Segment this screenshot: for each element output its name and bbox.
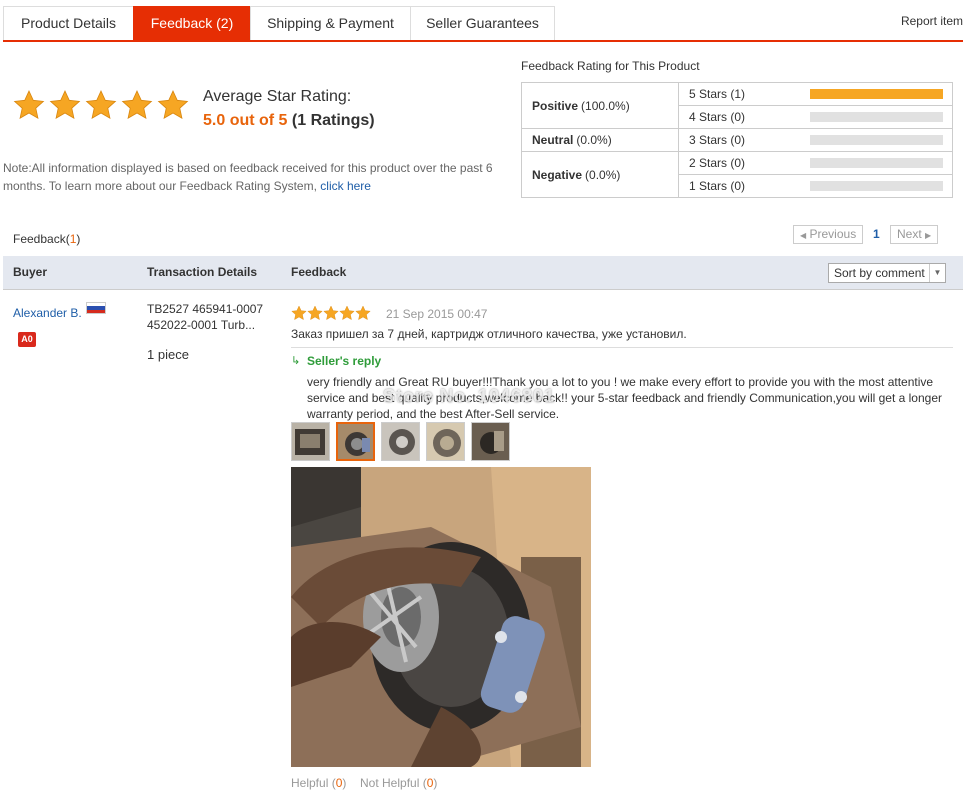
rating-neutral: Neutral (0.0%) (522, 129, 679, 151)
category-name: Neutral (532, 133, 574, 147)
star-row-bar (810, 135, 943, 145)
star-row-5: 5 Stars (1) (679, 83, 953, 106)
feedback-count: Feedback(1) (13, 232, 80, 246)
russia-flag-icon (86, 302, 106, 314)
category-pct: (100.0%) (581, 98, 630, 113)
average-score-value: 5.0 out of 5 (203, 112, 288, 129)
photo-thumbnail[interactable] (291, 422, 330, 461)
tab-shipping-payment[interactable]: Shipping & Payment (250, 6, 411, 40)
store-watermark: Store No. 1046801 (383, 386, 556, 406)
feedback-table-header: Buyer Transaction Details Feedback Sort … (3, 256, 963, 290)
star-row-4: 4 Stars (0) (679, 106, 953, 129)
feedback-text: Заказ пришел за 7 дней, картридж отлично… (291, 327, 687, 341)
average-rating-label: Average Star Rating: (203, 88, 352, 105)
star-icon (339, 305, 355, 321)
report-item-link[interactable]: Report item (901, 14, 963, 28)
seller-reply-text: very friendly and Great RU buyer!!!Thank… (307, 374, 947, 422)
previous-page-button[interactable]: ◀ Previous (793, 225, 864, 244)
column-buyer: Buyer (13, 265, 48, 279)
star-icon (121, 90, 153, 120)
rating-table-title: Feedback Rating for This Product (521, 59, 700, 73)
tab-seller-guarantees[interactable]: Seller Guarantees (410, 6, 555, 40)
star-row-bar (810, 181, 943, 191)
seller-reply-title: Seller's reply (307, 354, 382, 368)
sort-dropdown[interactable]: Sort by comment ▼ (828, 263, 946, 283)
feedback-count-label: Feedback( (13, 232, 70, 246)
quantity: 1 piece (147, 347, 189, 362)
star-icon (49, 90, 81, 120)
helpful-label: Helpful ( (291, 776, 336, 790)
star-row-label: 5 Stars (1) (689, 87, 746, 101)
buyer-name-link[interactable]: Alexander B. (13, 306, 82, 320)
note-text: Note:All information displayed is based … (3, 161, 493, 193)
current-page-number[interactable]: 1 (873, 227, 880, 241)
star-icon (291, 305, 307, 321)
column-transaction: Transaction Details (147, 265, 258, 279)
next-label: Next (897, 227, 922, 241)
buyer-level-badge: A0 (18, 332, 36, 347)
star-icon (85, 90, 117, 120)
category-pct: (0.0%) (576, 133, 612, 147)
category-name: Positive (532, 98, 579, 113)
rating-positive: Positive (100.0%) (522, 83, 679, 128)
divider (291, 347, 953, 348)
photo-thumbnail[interactable] (426, 422, 465, 461)
rating-negative: Negative (0.0%) (522, 152, 679, 197)
star-row-label: 3 Stars (0) (689, 133, 746, 147)
category-pct: (0.0%) (585, 167, 621, 182)
not-helpful-close: ) (433, 776, 438, 790)
star-icon (323, 305, 339, 321)
feedback-count-close: ) (76, 232, 81, 246)
click-here-link[interactable]: click here (320, 179, 371, 193)
tab-feedback[interactable]: Feedback (2) (133, 6, 251, 40)
not-helpful-link[interactable]: Not Helpful (0) (360, 776, 437, 790)
feedback-date: 21 Sep 2015 00:47 (386, 307, 488, 321)
average-rating-score: 5.0 out of 5 (1 Ratings) (203, 112, 375, 130)
chevron-left-icon: ◀ (800, 231, 807, 240)
star-row-bar (810, 89, 943, 99)
sort-label: Sort by comment (834, 266, 925, 280)
star-row-2: 2 Stars (0) (679, 152, 953, 175)
star-row-1: 1 Stars (0) (679, 175, 953, 198)
ratings-count: (1 Ratings) (291, 112, 375, 129)
star-row-label: 1 Stars (0) (689, 179, 746, 193)
star-icon (157, 90, 189, 120)
next-page-button[interactable]: Next ▶ (890, 225, 939, 244)
not-helpful-label: Not Helpful ( (360, 776, 427, 790)
photo-thumbnail[interactable] (471, 422, 510, 461)
star-row-3: 3 Stars (0) (679, 129, 953, 152)
photo-thumbnail[interactable] (381, 422, 420, 461)
helpful-link[interactable]: Helpful (0) (291, 776, 346, 790)
photo-thumbnail-selected[interactable] (336, 422, 375, 461)
transaction-details[interactable]: TB2527 465941-0007 452022-0001 Turb... (147, 301, 279, 333)
star-row-bar (810, 112, 943, 122)
star-icon (13, 90, 45, 120)
helpful-close: ) (342, 776, 347, 790)
previous-label: Previous (809, 227, 857, 241)
star-icon (355, 305, 371, 321)
star-row-label: 4 Stars (0) (689, 110, 746, 124)
chevron-right-icon: ▶ (925, 231, 932, 240)
feedback-note: Note:All information displayed is based … (3, 159, 493, 195)
star-row-bar (810, 158, 943, 168)
column-feedback: Feedback (291, 265, 347, 279)
entry-stars (291, 305, 371, 321)
rating-table: Positive (100.0%) Neutral (0.0%) Negativ… (521, 82, 953, 198)
tab-product-details[interactable]: Product Details (3, 6, 134, 40)
star-icon (307, 305, 323, 321)
feedback-photo[interactable] (291, 467, 591, 767)
average-stars (13, 89, 189, 121)
star-row-fill (810, 89, 943, 99)
star-row-label: 2 Stars (0) (689, 156, 746, 170)
reply-arrow-icon: ↳ (291, 355, 301, 367)
tab-bar: Product Details Feedback (2) Shipping & … (3, 6, 963, 42)
chevron-down-icon: ▼ (929, 264, 945, 282)
category-name: Negative (532, 167, 583, 182)
